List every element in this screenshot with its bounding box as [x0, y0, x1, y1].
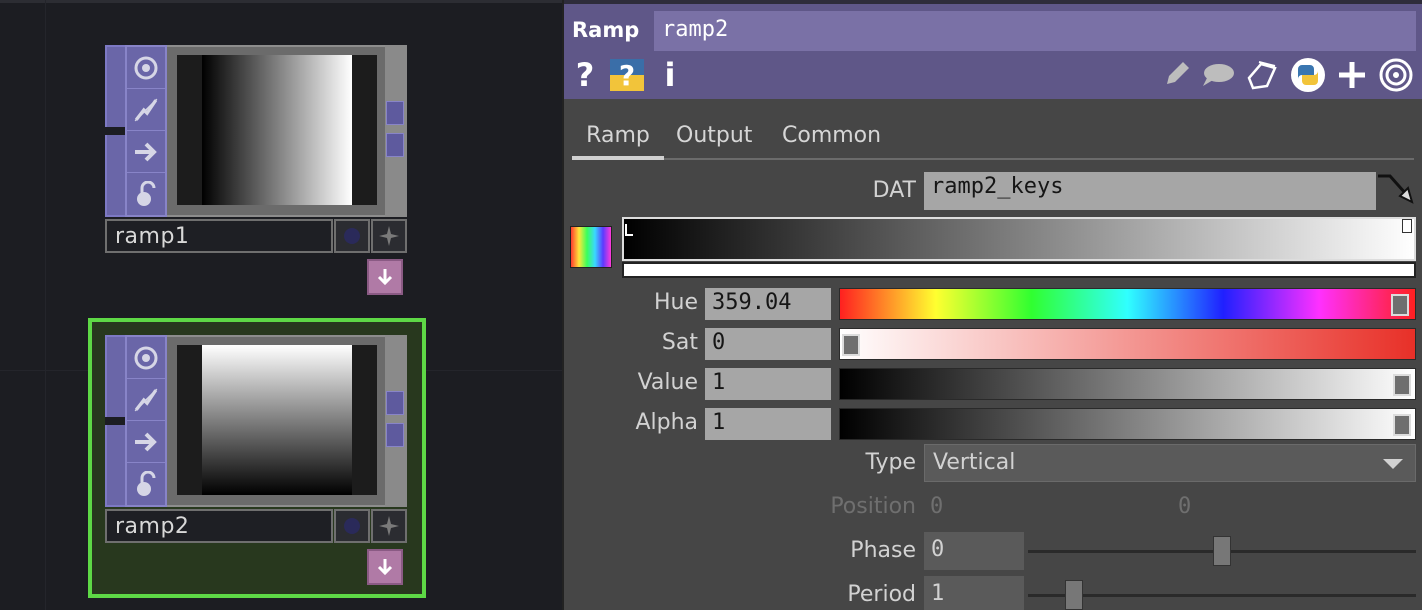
period-slider-thumb[interactable] [1065, 580, 1083, 610]
ramp-preview [202, 345, 352, 495]
ramp-key-end[interactable] [1402, 219, 1412, 233]
sat-label: Sat [661, 330, 698, 355]
node-output-connector[interactable] [385, 45, 407, 217]
phase-field[interactable]: 0 [924, 532, 1024, 570]
dat-label: DAT [872, 178, 916, 203]
parameter-tabs: Ramp Output Common [572, 118, 1414, 160]
ramp-key-start[interactable] [625, 224, 633, 236]
info-icon[interactable]: i [660, 56, 680, 94]
phase-label: Phase [850, 538, 916, 563]
node-viewer [177, 55, 377, 205]
hue-slider[interactable] [839, 288, 1416, 320]
output-tab[interactable] [386, 391, 404, 415]
output-tab[interactable] [386, 133, 404, 157]
value-label: Value [637, 370, 698, 395]
period-label: Period [847, 582, 916, 607]
node-input-connector[interactable] [105, 335, 127, 507]
comment-icon[interactable] [1200, 58, 1236, 92]
type-dropdown[interactable]: Vertical [924, 444, 1416, 482]
node-ramp2[interactable]: ramp2 [105, 335, 409, 595]
hue-field[interactable]: 359.04 [705, 288, 831, 320]
tab-output[interactable]: Output [676, 118, 752, 160]
type-dropdown-value: Vertical [933, 450, 1016, 475]
python-help-icon[interactable]: ? [608, 58, 646, 92]
position-y-value: 0 [1178, 494, 1192, 519]
sat-slider[interactable] [839, 328, 1416, 360]
ramp-preview [202, 55, 352, 205]
node-viewer [177, 345, 377, 495]
help-icon[interactable]: ? [572, 56, 598, 94]
display-flag-icon[interactable] [334, 219, 370, 253]
value-slider-handle[interactable] [1393, 374, 1411, 396]
add-icon[interactable] [1336, 58, 1368, 92]
node-name[interactable]: ramp2 [105, 509, 333, 543]
operator-type-label: Ramp [572, 18, 640, 42]
node-output-arrow-icon[interactable] [367, 259, 403, 295]
target-icon[interactable] [1378, 58, 1414, 92]
sat-field[interactable]: 0 [705, 328, 831, 360]
node-flag-column [125, 335, 167, 507]
tab-ramp[interactable]: Ramp [572, 118, 664, 160]
alpha-label: Alpha [635, 410, 698, 435]
node-ramp1[interactable]: ramp1 [105, 45, 409, 305]
position-x-value: 0 [930, 494, 944, 519]
value-field[interactable]: 1 [705, 368, 831, 400]
ramp-gradient-bar[interactable] [622, 217, 1416, 261]
chevron-down-icon [1383, 459, 1403, 469]
lock-icon[interactable] [127, 173, 165, 215]
display-flag-icon[interactable] [334, 509, 370, 543]
panel-header: Ramp ramp2 ? ? i [564, 0, 1422, 99]
lock-icon[interactable] [127, 463, 165, 505]
alpha-field[interactable]: 1 [705, 408, 831, 440]
output-tab[interactable] [386, 423, 404, 447]
node-input-connector[interactable] [105, 45, 127, 217]
bypass-icon[interactable] [127, 89, 165, 131]
ramp-key-strip[interactable] [622, 262, 1416, 278]
hue-slider-handle[interactable] [1391, 294, 1409, 316]
render-flag-icon[interactable] [371, 219, 407, 253]
period-field[interactable]: 1 [924, 576, 1024, 610]
operator-name-field[interactable]: ramp2 [654, 11, 1416, 51]
tab-common[interactable]: Common [782, 118, 881, 160]
node-name[interactable]: ramp1 [105, 219, 333, 253]
clone-icon[interactable] [1244, 58, 1280, 92]
grid-line [45, 0, 46, 610]
type-label: Type [865, 450, 916, 475]
svg-text:?: ? [619, 59, 635, 92]
viewer-toggle-icon[interactable] [127, 337, 165, 379]
hue-label: Hue [653, 290, 698, 315]
output-tab[interactable] [386, 101, 404, 125]
dat-viewer-arrow-icon[interactable] [1376, 170, 1416, 206]
python-icon[interactable] [1290, 58, 1326, 92]
phase-slider-thumb[interactable] [1213, 536, 1231, 566]
position-label: Position [830, 494, 916, 519]
color-palette-icon[interactable] [570, 226, 612, 268]
edit-icon[interactable] [1160, 58, 1192, 92]
viewer-toggle-icon[interactable] [127, 47, 165, 89]
value-slider[interactable] [839, 368, 1416, 400]
bypass-icon[interactable] [127, 379, 165, 421]
cook-arrow-icon[interactable] [127, 131, 165, 173]
sat-slider-handle[interactable] [842, 334, 860, 356]
render-flag-icon[interactable] [371, 509, 407, 543]
period-slider[interactable] [1028, 594, 1416, 597]
network-editor[interactable]: ramp1 ramp2 [0, 0, 562, 610]
alpha-slider-handle[interactable] [1393, 414, 1411, 436]
parameter-panel: Ramp ramp2 ? ? i Ramp Output Common DAT … [562, 0, 1422, 610]
node-output-connector[interactable] [385, 335, 407, 507]
node-output-arrow-icon[interactable] [367, 549, 403, 585]
alpha-slider[interactable] [839, 408, 1416, 440]
cook-arrow-icon[interactable] [127, 421, 165, 463]
dat-field[interactable]: ramp2_keys [924, 172, 1376, 210]
node-flag-column [125, 45, 167, 217]
